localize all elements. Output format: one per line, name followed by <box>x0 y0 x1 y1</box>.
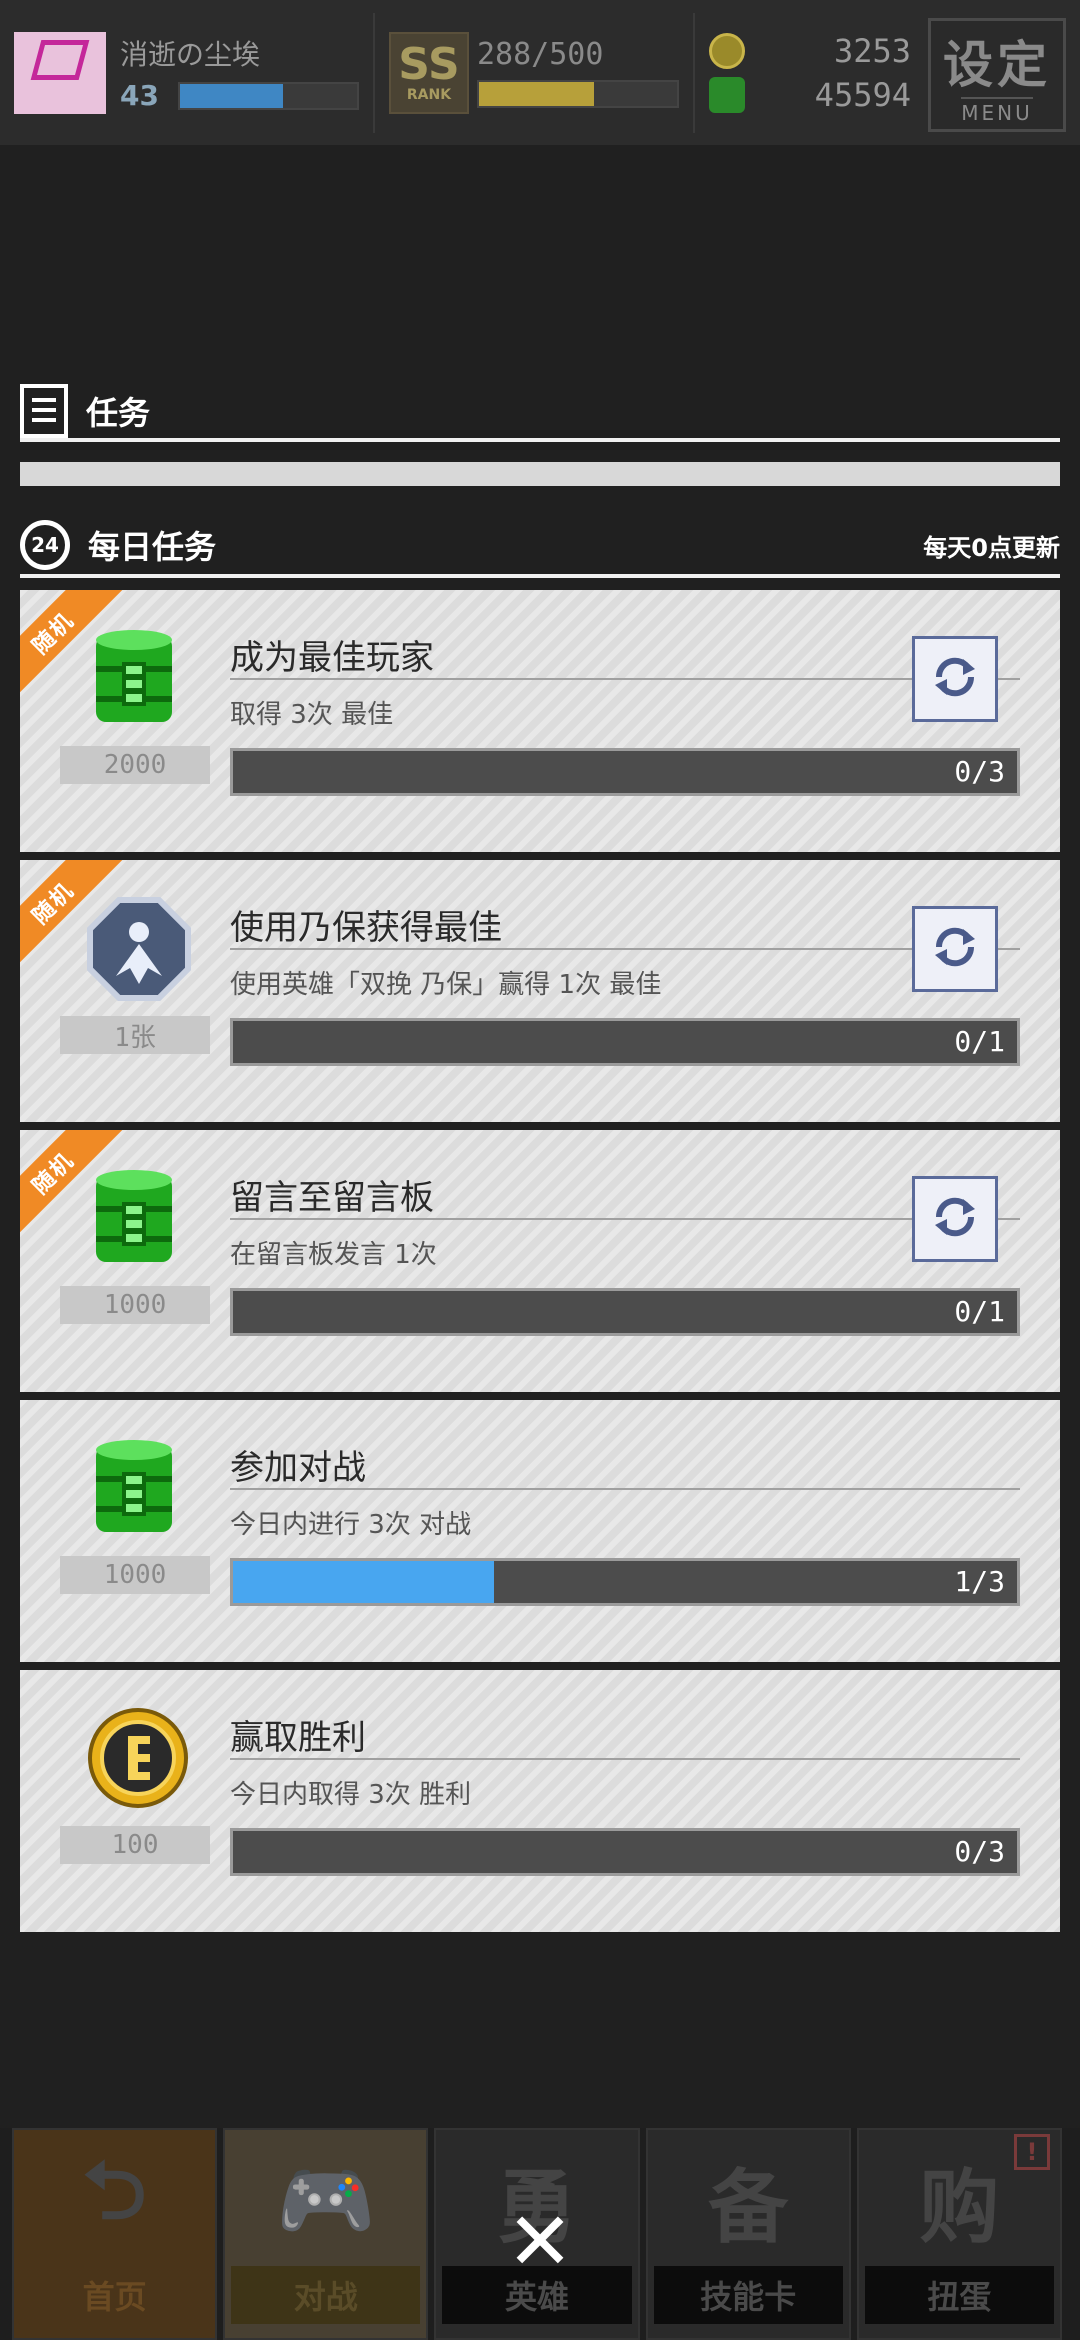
rank-score: 288/500 <box>477 37 604 72</box>
section-title: 任务 <box>86 394 151 432</box>
refresh-task-button[interactable] <box>912 636 998 722</box>
daily-header: 24 每日任务 每天0点更新 <box>20 520 1060 570</box>
task-progress-bar: 0/3 <box>230 748 1020 796</box>
progress-text: 0/1 <box>954 1025 1005 1058</box>
task-card[interactable]: 随机 2000 成为最佳玩家 取得 3次 最佳 0/3 <box>20 590 1060 852</box>
task-progress-bar: 0/1 <box>230 1018 1020 1066</box>
reward-quantity: 2000 <box>60 746 210 784</box>
nav-home[interactable]: ⮌ 首页 <box>12 2128 218 2340</box>
green-canister-icon <box>709 76 745 113</box>
refresh-icon <box>929 1191 981 1247</box>
menu-label-cn: 设定 <box>943 36 1051 94</box>
green-canister-icon <box>86 1436 182 1542</box>
currency-panel: 3253 45594 <box>695 13 925 133</box>
daily-reset-note: 每天0点更新 <box>923 533 1060 562</box>
rank-badge-icon: SS RANK <box>389 31 469 114</box>
progress-text: 1/3 <box>954 1565 1005 1598</box>
reward-quantity: 1000 <box>60 1556 210 1594</box>
task-description: 取得 3次 最佳 <box>230 700 394 730</box>
task-progress-bar: 0/3 <box>230 1828 1020 1876</box>
document-icon <box>20 384 68 438</box>
task-title: 参加对战 <box>230 1448 366 1488</box>
task-card[interactable]: 100 赢取胜利 今日内取得 3次 胜利 0/3 <box>20 1670 1060 1932</box>
task-title: 成为最佳玩家 <box>230 638 434 678</box>
progress-text: 0/1 <box>954 1295 1005 1328</box>
task-description: 今日内进行 3次 对战 <box>230 1510 472 1540</box>
close-icon[interactable]: ✕ <box>504 2202 576 2282</box>
nav-skill-card[interactable]: 备 技能卡 <box>645 2128 851 2340</box>
progress-text: 0/3 <box>954 1835 1005 1868</box>
task-title-divider <box>230 1218 1020 1220</box>
daily-title: 每日任务 <box>88 528 217 566</box>
refresh-task-button[interactable] <box>912 906 998 992</box>
green-canister-icon <box>86 626 182 732</box>
task-description: 使用英雄「双挽 乃保」赢得 1次 最佳 <box>230 970 662 1000</box>
hero-card-icon <box>86 896 191 1002</box>
reward-quantity: 1000 <box>60 1286 210 1324</box>
nav-label: 技能卡 <box>653 2266 843 2324</box>
nav-gacha[interactable]: ! 购 扭蛋 <box>856 2128 1063 2340</box>
green-canister-icon <box>86 1166 182 1272</box>
rank-panel[interactable]: SS RANK 288/500 <box>375 12 695 133</box>
task-title: 赢取胜利 <box>230 1718 366 1758</box>
refresh-icon <box>929 651 981 707</box>
nav-label: 扭蛋 <box>864 2266 1055 2324</box>
nav-label: 首页 <box>82 2278 147 2316</box>
gacha-icon: 购 <box>919 2161 1000 2254</box>
rank-progress-bar <box>477 80 679 108</box>
reward-quantity: 1张 <box>60 1016 210 1054</box>
player-level: 43 <box>120 79 159 112</box>
reward-quantity: 100 <box>60 1826 210 1864</box>
task-progress-bar: 0/1 <box>230 1288 1020 1336</box>
top-status-bar: 消逝の尘埃 43 SS RANK 288/500 3253 45594 设定 M… <box>0 0 1080 145</box>
refresh-task-button[interactable] <box>912 1176 998 1262</box>
task-description: 在留言板发言 1次 <box>230 1240 437 1270</box>
menu-button[interactable]: 设定 MENU <box>928 18 1066 132</box>
player-name: 消逝の尘埃 <box>120 38 261 71</box>
currency-gold: 3253 <box>833 31 911 70</box>
clock-24-icon: 24 <box>20 520 70 570</box>
avatar-logo-icon <box>30 39 90 80</box>
gold-coin-icon <box>709 32 745 69</box>
task-title-divider <box>230 1758 1020 1760</box>
level-progress-bar <box>178 81 359 110</box>
home-icon: ⮌ <box>82 2144 147 2237</box>
task-title: 留言至留言板 <box>230 1178 434 1218</box>
section-divider <box>20 438 1060 442</box>
task-card[interactable]: 1000 参加对战 今日内进行 3次 对战 1/3 <box>20 1400 1060 1662</box>
menu-label-en: MENU <box>961 97 1033 125</box>
skill-card-icon: 备 <box>708 2161 789 2254</box>
gamepad-icon: 🎮 <box>276 2154 376 2247</box>
task-title-divider <box>230 948 1020 950</box>
nav-label: 对战 <box>231 2266 421 2324</box>
task-title: 使用乃保获得最佳 <box>230 908 502 948</box>
progress-text: 0/3 <box>954 755 1005 788</box>
progress-fill <box>233 1561 495 1603</box>
task-card[interactable]: 随机 1张 使用乃保获得最佳 使用英雄「双挽 乃保」赢得 1次 最佳 0/1 <box>20 860 1060 1122</box>
task-section-header: 任务 <box>20 384 1060 438</box>
refresh-icon <box>929 921 981 977</box>
gold-coin-icon <box>86 1706 188 1812</box>
task-tab-bar <box>20 462 1060 486</box>
daily-divider <box>20 574 1060 578</box>
task-progress-bar: 1/3 <box>230 1558 1020 1606</box>
task-title-divider <box>230 678 1020 680</box>
nav-battle[interactable]: 🎮 对战 <box>223 2128 429 2340</box>
player-profile[interactable]: 消逝の尘埃 43 <box>0 12 375 133</box>
task-description: 今日内取得 3次 胜利 <box>230 1780 472 1810</box>
player-avatar[interactable] <box>14 31 106 114</box>
currency-green: 45594 <box>814 75 911 114</box>
task-title-divider <box>230 1488 1020 1490</box>
task-card[interactable]: 随机 1000 留言至留言板 在留言板发言 1次 0/1 <box>20 1130 1060 1392</box>
